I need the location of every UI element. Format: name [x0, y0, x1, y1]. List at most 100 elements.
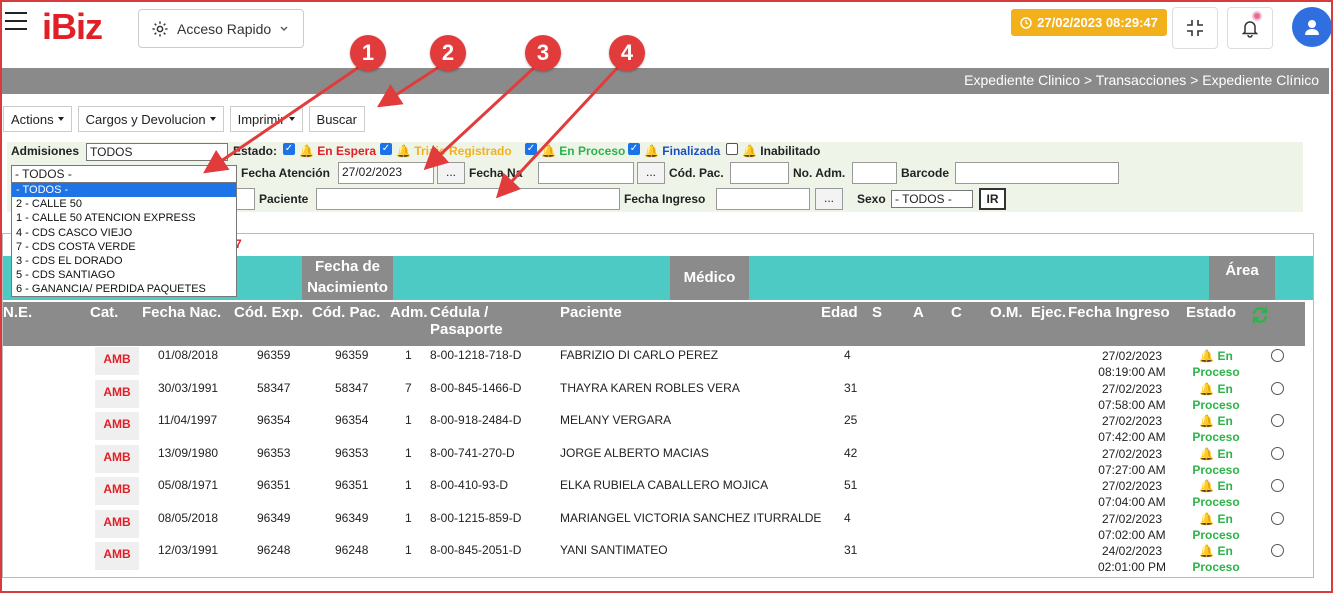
dropdown-option[interactable]: 5 - CDS SANTIAGO [12, 268, 236, 282]
cell-paciente: MELANY VERGARA [560, 413, 672, 427]
cell-paciente: YANI SANTIMATEO [560, 543, 668, 557]
ir-button[interactable]: IR [979, 188, 1006, 210]
row-select-radio[interactable] [1271, 479, 1284, 492]
dropdown-option[interactable]: 7 - CDS COSTA VERDE [12, 240, 236, 254]
table-row[interactable]: AMB 08/05/2018 96349 96349 1 8-00-1215-859-D M… [3, 509, 1305, 542]
col-c[interactable]: C [951, 304, 962, 321]
fecha-nac-label: Fecha Na [469, 166, 523, 180]
row-select-radio[interactable] [1271, 414, 1284, 427]
status-text: En [1217, 381, 1233, 396]
table-row[interactable]: AMB 01/08/2018 96359 96359 1 8-00-1218-718-D F… [3, 346, 1305, 379]
en-espera-text: En Espera [317, 144, 376, 158]
user-avatar[interactable] [1292, 7, 1332, 47]
cell-adm: 1 [405, 348, 412, 362]
col-om[interactable]: O.M. [990, 304, 1023, 321]
col-adm[interactable]: Adm. [390, 304, 428, 321]
col-a[interactable]: A [913, 304, 924, 321]
cell-edad: 42 [844, 445, 858, 460]
cell-edad: 25 [844, 413, 858, 427]
cargos-devolucion-button[interactable]: Cargos y Devolucion [77, 106, 224, 132]
col-paciente[interactable]: Paciente [560, 304, 622, 321]
table-row[interactable]: AMB 05/08/1971 96351 96351 1 8-00-410-93-D ELK… [3, 476, 1305, 509]
barcode-input[interactable] [955, 162, 1119, 184]
no-adm-input[interactable] [852, 162, 897, 184]
notifications-button[interactable] [1227, 7, 1273, 49]
table-row[interactable]: AMB 30/03/1991 58347 58347 7 8-00-845-1466-D T… [3, 379, 1305, 412]
caret-down-icon [57, 117, 64, 121]
en-espera-checkbox[interactable]: ✓ [283, 143, 295, 155]
col-estado[interactable]: Estado [1186, 304, 1236, 321]
col-cedula-line1: Cédula / [430, 304, 489, 321]
sexo-select[interactable]: - TODOS - [891, 190, 973, 208]
imprimir-button[interactable]: Imprimir [229, 106, 303, 132]
col-cod-exp[interactable]: Cód. Exp. [234, 304, 303, 321]
col-edad[interactable]: Edad [821, 304, 858, 321]
actions-button[interactable]: Actions [3, 106, 72, 132]
fecha-nac-input[interactable] [538, 162, 634, 184]
fecha-nac-picker-button[interactable]: ... [637, 162, 665, 184]
cell-fecha-nac: 01/08/2018 [158, 348, 219, 362]
col-fecha-ingreso[interactable]: Fecha Ingreso [1068, 304, 1170, 321]
table-row[interactable]: AMB 13/09/1980 96353 96353 1 8-00-741-270-D JO… [3, 444, 1305, 477]
triaje-checkbox[interactable]: ✓ [380, 143, 392, 155]
quick-access-button[interactable]: Acceso Rapido [138, 9, 304, 48]
app-logo[interactable]: iBiz [42, 6, 103, 48]
cell-adm: 7 [405, 380, 412, 395]
top-navbar: iBiz Acceso Rapido 27/02/2023 08:29:47 [0, 0, 1333, 60]
col-ejec[interactable]: Ejec. [1031, 304, 1066, 321]
paciente-input[interactable] [316, 188, 620, 210]
annotation-marker-3: 3 [525, 35, 561, 71]
col-fecha-nac[interactable]: Fecha Nac. [142, 304, 221, 321]
dropdown-option[interactable]: 1 - CALLE 50 ATENCION EXPRESS [12, 211, 236, 225]
dropdown-option[interactable]: 3 - CDS EL DORADO [12, 254, 236, 268]
cell-cedula: 8-00-918-2484-D [430, 413, 522, 427]
fecha-ingreso-input[interactable] [716, 188, 810, 210]
table-row[interactable]: AMB 12/03/1991 96248 96248 1 8-00-845-2051-D Y… [3, 541, 1305, 574]
col-ne[interactable]: N.E. [3, 304, 32, 321]
inabilitado-checkbox[interactable] [726, 143, 738, 155]
finalizada-checkbox[interactable]: ✓ [628, 143, 640, 155]
dropdown-option[interactable]: - TODOS - [12, 183, 236, 198]
bell-icon: 🔔 [1199, 544, 1218, 558]
en-proceso-checkbox[interactable]: ✓ [525, 143, 537, 155]
admisiones-select[interactable]: TODOS [86, 143, 228, 161]
fullscreen-toggle-button[interactable] [1172, 7, 1218, 49]
dropdown-option[interactable]: 2 - CALLE 50 [12, 197, 236, 211]
fecha-atencion-input[interactable]: 27/02/2023 [338, 162, 434, 184]
bell-icon: 🔔 [396, 144, 411, 158]
cod-pac-input[interactable] [730, 162, 789, 184]
hamburger-menu-icon[interactable] [5, 12, 27, 36]
annotation-marker-2: 2 [430, 35, 466, 71]
row-select-radio[interactable] [1271, 349, 1284, 362]
col-s[interactable]: S [872, 304, 882, 321]
imprimir-label: Imprimir [237, 111, 285, 127]
status-text: En [1217, 544, 1233, 558]
gear-icon [152, 21, 168, 36]
dropdown-option[interactable]: 6 - GANANCIA/ PERDIDA PAQUETES [12, 282, 236, 296]
row-select-radio[interactable] [1271, 381, 1284, 395]
sede-dropdown-list[interactable]: - TODOS -2 - CALLE 50 1 - CALLE 50 ATENCI… [11, 182, 237, 297]
sede-select[interactable]: - TODOS - [11, 165, 237, 183]
refresh-icon[interactable] [1250, 305, 1270, 325]
col-cedula[interactable]: Cédula / Pasaporte [430, 304, 503, 338]
col-cat[interactable]: Cat. [90, 304, 118, 321]
status-line1: 🔔 En [1184, 478, 1248, 494]
fecha-atencion-picker-button[interactable]: ... [437, 162, 465, 184]
row-select-radio[interactable] [1271, 544, 1284, 557]
dropdown-option[interactable]: 4 - CDS CASCO VIEJO [12, 226, 236, 240]
cell-fecha-ingreso: 27/02/2023 07:42:00 AM [1091, 413, 1173, 445]
cell-fecha-nac: 08/05/2018 [158, 510, 219, 525]
table-row[interactable]: AMB 11/04/1997 96354 96354 1 8-00-918-2484-D M… [3, 411, 1305, 444]
fecha-ingreso-picker-button[interactable]: ... [815, 188, 843, 210]
bell-icon: 🔔 [1199, 349, 1218, 363]
quick-access-label: Acceso Rapido [177, 20, 272, 37]
buscar-button[interactable]: Buscar [308, 106, 365, 132]
cell-cedula: 8-00-1215-859-D [430, 510, 522, 525]
fecha-nacimiento-line1: Fecha de [314, 258, 381, 275]
col-cod-pac[interactable]: Cód. Pac. [312, 304, 380, 321]
status-badge: 🔔 En Proceso [1184, 478, 1248, 510]
finalizada-text: Finalizada [662, 144, 721, 158]
cell-adm: 1 [405, 445, 412, 460]
row-select-radio[interactable] [1271, 446, 1284, 460]
row-select-radio[interactable] [1271, 511, 1284, 525]
